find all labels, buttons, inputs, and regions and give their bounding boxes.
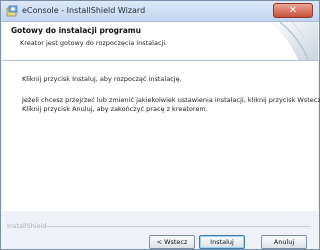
instruction-install: Kliknij przycisk Instaluj, aby rozpocząć…	[22, 75, 182, 83]
header-graphic	[268, 22, 318, 60]
instruction-back: Jeżeli chcesz przejrzeć lub zmienić jaki…	[22, 96, 320, 104]
instruction-cancel: Kliknij przycisk Anuluj, aby zakończyć p…	[22, 105, 208, 113]
header-subtitle: Kreator jest gotowy do rozpoczęcia insta…	[20, 39, 168, 47]
close-icon: ✕	[288, 5, 298, 16]
back-button[interactable]: < Wstecz	[149, 235, 195, 249]
wizard-header: Gotowy do instalacji programu Kreator je…	[2, 22, 318, 61]
wizard-content: Kliknij przycisk Instaluj, aby rozpocząć…	[2, 61, 320, 211]
title-bar[interactable]: eConsole - InstallShield Wizard ✕	[1, 1, 319, 22]
installshield-brand: InstallShield	[7, 222, 47, 230]
header-title: Gotowy do instalacji programu	[11, 26, 141, 35]
cancel-button[interactable]: Anuluj	[261, 235, 307, 249]
footer-divider	[45, 226, 311, 227]
close-button[interactable]: ✕	[273, 3, 313, 18]
installshield-app-icon	[6, 5, 18, 17]
window-title: eConsole - InstallShield Wizard	[22, 6, 146, 15]
installer-window: eConsole - InstallShield Wizard ✕ Gotowy…	[0, 0, 320, 250]
install-button[interactable]: Instaluj	[199, 235, 245, 249]
